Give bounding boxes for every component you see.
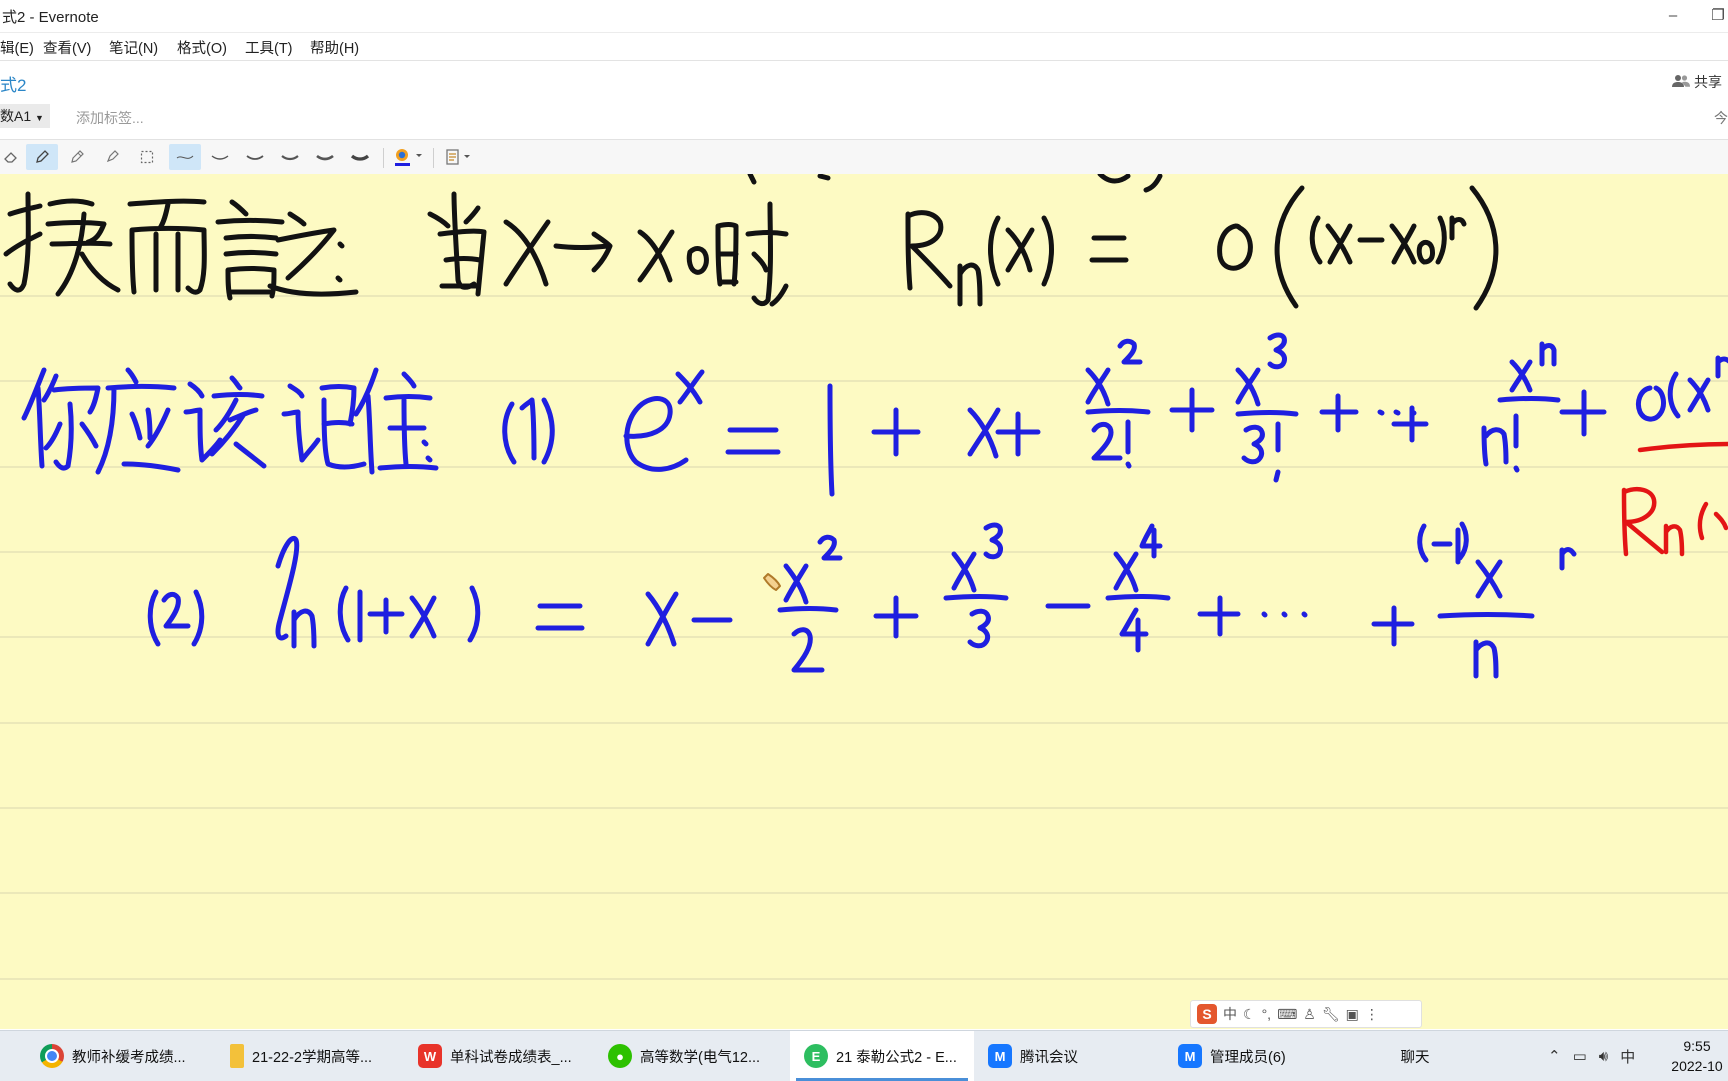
- menu-note[interactable]: 笔记(N): [109, 37, 158, 58]
- tencent-meeting-icon: M: [1178, 1044, 1202, 1068]
- people-icon: [1672, 74, 1690, 91]
- punctuation-icon[interactable]: °,: [1262, 1006, 1272, 1022]
- ink-red-annotation: [1621, 441, 1728, 557]
- chevron-up-icon[interactable]: ⌃: [1548, 1047, 1561, 1065]
- taskbar-item-label: 管理成员(6): [1210, 1049, 1286, 1066]
- moon-icon[interactable]: ☾: [1243, 1006, 1256, 1023]
- add-tag-input[interactable]: 添加标签...: [76, 108, 144, 128]
- keyboard-icon[interactable]: ⌨: [1277, 1006, 1297, 1023]
- paper-style-icon[interactable]: [440, 144, 476, 170]
- menu-view[interactable]: 查看(V): [43, 37, 91, 58]
- toolbar-divider: [383, 148, 384, 168]
- ruled-lines: [0, 295, 1728, 980]
- pen-icon[interactable]: [26, 144, 58, 170]
- chrome-icon: [40, 1044, 64, 1068]
- folder-icon: [230, 1044, 244, 1068]
- more-icon[interactable]: ⋮: [1365, 1006, 1379, 1023]
- taskbar-item-label: 聊天: [1400, 1049, 1430, 1066]
- skin-icon[interactable]: ▣: [1346, 1006, 1359, 1023]
- stroke-3-icon[interactable]: [239, 144, 271, 170]
- stroke-2-icon[interactable]: [204, 144, 236, 170]
- taskbar-item-folder[interactable]: 21-22-2学期高等...: [230, 1031, 410, 1081]
- taskbar-item-label: 单科试卷成绩表_...: [450, 1049, 572, 1066]
- toolbar-divider-2: [433, 148, 434, 168]
- highlighter-icon[interactable]: [96, 144, 128, 170]
- title-bar: 式2 - Evernote – ❐: [0, 0, 1728, 33]
- clock-date: 2022-10: [1671, 1058, 1723, 1074]
- tencent-meeting-icon: M: [988, 1044, 1012, 1068]
- handwriting-layer: [0, 174, 1728, 980]
- ink-line-1: [3, 174, 1499, 311]
- taskbar-item-evernote[interactable]: E 21 泰勒公式2 - E...: [790, 1031, 974, 1081]
- chevron-down-icon: ▼: [35, 113, 44, 123]
- taskbar-item-chrome[interactable]: 教师补缓考成绩...: [40, 1031, 220, 1081]
- menu-edit[interactable]: 辑(E): [0, 37, 34, 58]
- wps-icon: W: [418, 1044, 442, 1068]
- taskbar-item-wps[interactable]: W 单科试卷成绩表_...: [418, 1031, 598, 1081]
- taskbar-item-manage-members[interactable]: M 管理成员(6): [1178, 1031, 1348, 1081]
- window-title: 式2 - Evernote: [2, 9, 99, 26]
- note-title[interactable]: 式2: [0, 71, 26, 96]
- menu-tools[interactable]: 工具(T): [245, 37, 293, 58]
- notebook-name: 数A1: [0, 108, 32, 124]
- ink-toolbar: [0, 139, 1728, 175]
- taskbar: 教师补缓考成绩... 21-22-2学期高等... W 单科试卷成绩表_... …: [0, 1030, 1728, 1081]
- tray-ime-indicator[interactable]: 中: [1620, 1046, 1635, 1067]
- minimize-button[interactable]: –: [1655, 2, 1691, 28]
- clock-time: 9:55: [1683, 1038, 1711, 1054]
- stroke-6-icon[interactable]: [344, 144, 376, 170]
- system-clock[interactable]: 9:55 2022-10: [1666, 1036, 1728, 1076]
- stroke-4-icon[interactable]: [274, 144, 306, 170]
- network-icon[interactable]: ▭: [1573, 1047, 1587, 1065]
- restore-button[interactable]: ❐: [1700, 2, 1728, 28]
- taskbar-item-tencent-meeting[interactable]: M 腾讯会议: [988, 1031, 1158, 1081]
- menu-divider: [0, 60, 1728, 61]
- ink-canvas[interactable]: [0, 174, 1728, 1029]
- taskbar-item-label: 21 泰勒公式2 - E...: [836, 1049, 957, 1066]
- ime-mode[interactable]: 中: [1223, 1004, 1237, 1024]
- lasso-select-icon[interactable]: [131, 144, 163, 170]
- evernote-icon: E: [804, 1044, 828, 1068]
- pencil-icon[interactable]: [61, 144, 93, 170]
- eraser-icon[interactable]: [0, 144, 22, 170]
- wechat-icon: ●: [608, 1044, 632, 1068]
- user-icon[interactable]: ♙: [1303, 1006, 1316, 1023]
- taskbar-item-label: 教师补缓考成绩...: [72, 1049, 186, 1066]
- menu-help[interactable]: 帮助(H): [310, 37, 359, 58]
- color-picker-icon[interactable]: [388, 144, 428, 170]
- ime-toolbar[interactable]: S 中 ☾ °, ⌨ ♙ 🔧︎ ▣ ⋮: [1190, 1000, 1422, 1028]
- notebook-selector[interactable]: 数A1 ▼: [0, 104, 50, 128]
- ink-line-3: [147, 521, 1577, 679]
- note-date: 今: [1714, 110, 1728, 126]
- share-button[interactable]: 共享: [1672, 72, 1722, 92]
- taskbar-item-label: 腾讯会议: [1020, 1049, 1078, 1066]
- share-label: 共享: [1694, 74, 1722, 90]
- menu-format[interactable]: 格式(O): [177, 37, 227, 58]
- volume-icon[interactable]: 🔊︎: [1599, 1048, 1608, 1065]
- taskbar-item-wechat[interactable]: ● 高等数学(电气12...: [608, 1031, 788, 1081]
- stroke-5-icon[interactable]: [309, 144, 341, 170]
- system-tray: ⌃ ▭ 🔊︎ 中: [1548, 1031, 1635, 1081]
- taskbar-item-label: 21-22-2学期高等...: [252, 1049, 373, 1066]
- wrench-icon[interactable]: 🔧︎: [1322, 1006, 1340, 1023]
- ink-line-2: [21, 332, 1728, 497]
- stroke-thin-icon[interactable]: [169, 144, 201, 170]
- menu-bar: 辑(E) 查看(V) 笔记(N) 格式(O) 工具(T) 帮助(H): [0, 33, 1728, 59]
- taskbar-item-chat[interactable]: 聊天: [1360, 1031, 1470, 1081]
- taskbar-item-label: 高等数学(电气12...: [640, 1049, 761, 1066]
- sogou-logo-icon[interactable]: S: [1197, 1004, 1217, 1024]
